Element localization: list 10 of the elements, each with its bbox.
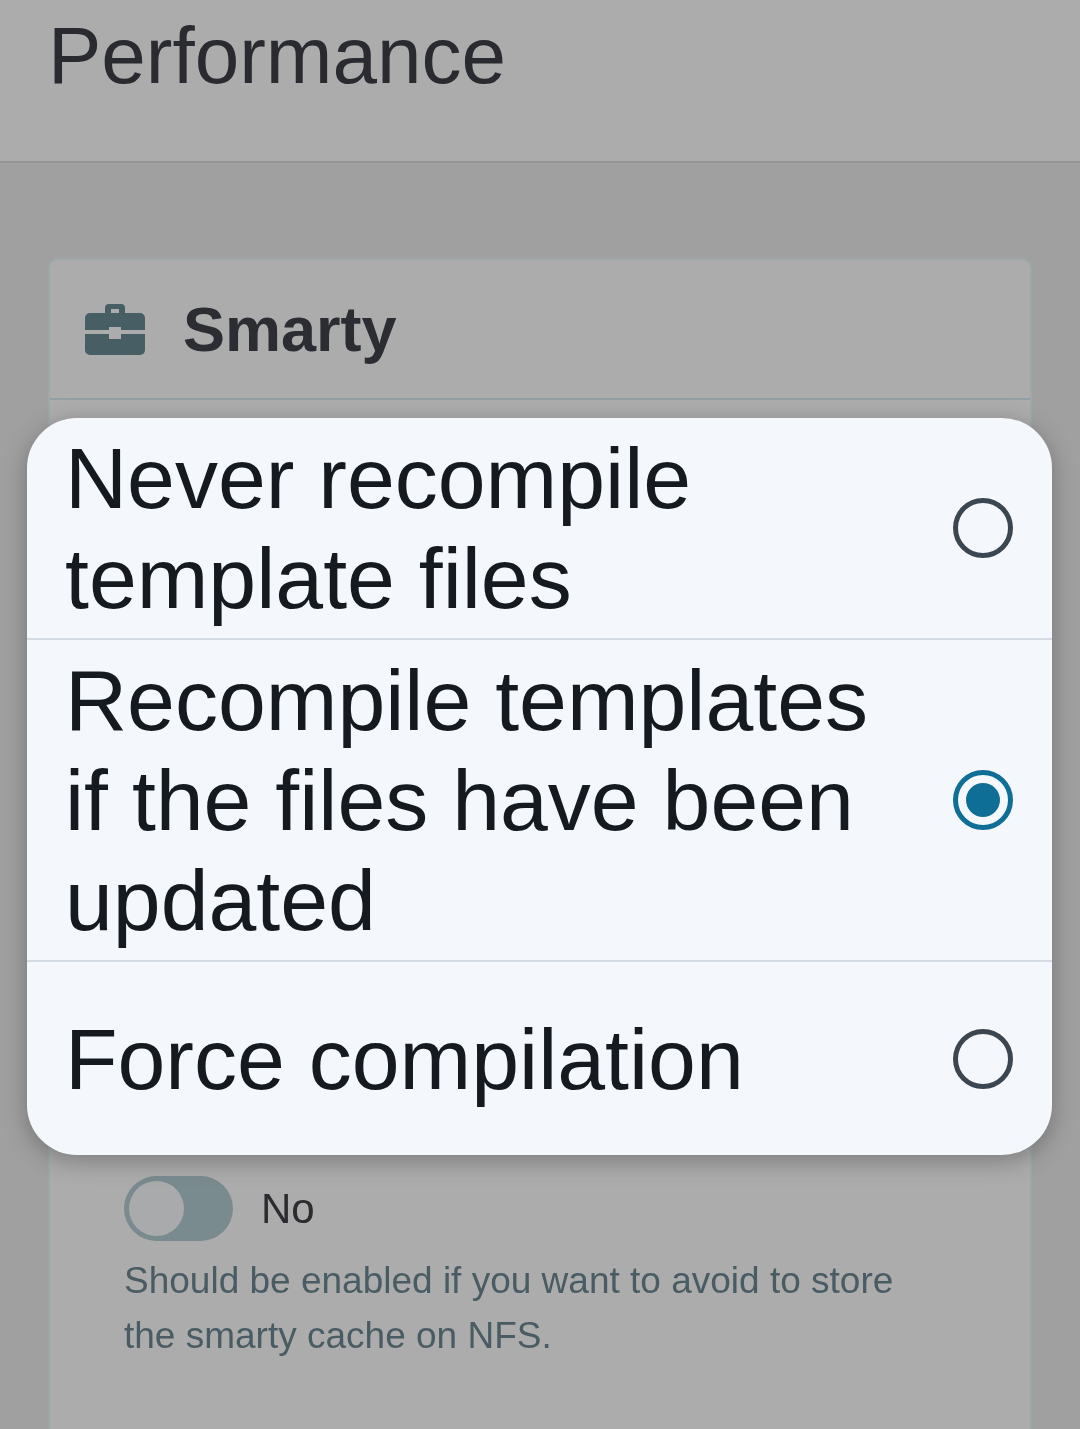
briefcase-icon — [85, 303, 145, 355]
help-text: Should be enabled if you want to avoid to store the smarty cache on NFS. — [124, 1259, 895, 1358]
option-label[interactable]: Force compilation — [65, 1008, 915, 1109]
toggle-label: No — [261, 1187, 315, 1230]
page-title: Performance — [48, 10, 507, 102]
option-label[interactable]: Never recompile template files — [65, 428, 915, 628]
radio-button[interactable] — [953, 1028, 1013, 1089]
radio-button[interactable] — [953, 770, 1013, 830]
option-label[interactable]: Recompile templates if the files have been updated — [65, 650, 915, 950]
radio-button[interactable] — [953, 498, 1013, 558]
